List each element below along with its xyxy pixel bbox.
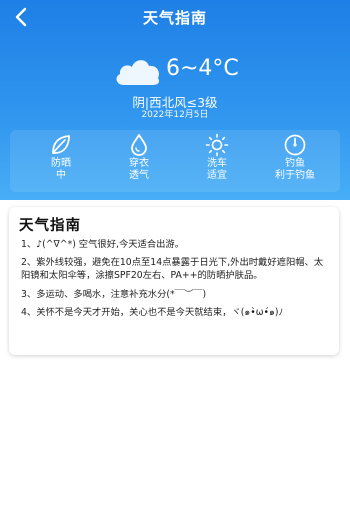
- leaf-icon: [52, 135, 70, 154]
- sun-icon: [205, 133, 229, 157]
- temperature-range: 6~4°C: [166, 56, 239, 81]
- guide-item: 4、关怀不是今天才开始，关心也不是今天就结束，ヾ(๑•̀ω•́๑)ﾉ: [21, 306, 284, 318]
- index-item-dressing[interactable]: 穿衣 透气: [103, 133, 175, 182]
- index-value: 透气: [129, 170, 149, 181]
- top-bar: 天气指南: [0, 0, 350, 34]
- weather-date: 2022年12月5日: [141, 110, 209, 120]
- temperature-row: 6~4°C: [0, 53, 350, 93]
- cloud-icon: [116, 60, 160, 85]
- guide-item: 3、多运动、多喝水，注意补充水分(*￣︶￣): [21, 288, 207, 300]
- guide-item: 2、紫外线较强，避免在10点至14点暴露于日光下,外出时戴好遮阳帽、太阳镜和太阳…: [21, 257, 324, 282]
- weather-guide-card: 天气指南 1、♪(^∇^*) 空气很好,今天适合出游。 2、紫外线较强，避免在1…: [9, 207, 339, 355]
- index-label: 穿衣: [129, 158, 149, 169]
- life-index-panel: 防晒 中 穿衣 透气 洗车 适宜 钓鱼 利于钓鱼: [10, 130, 340, 192]
- guide-list: 1、♪(^∇^*) 空气很好,今天适合出游。 2、紫外线较强，避免在10点至14…: [21, 238, 331, 324]
- index-label: 钓鱼: [285, 158, 305, 169]
- index-label: 洗车: [207, 158, 227, 169]
- weather-header: 天气指南 6~4°C 阴|西北风≤3级 2022年12月5日 防晒 中 穿衣 透…: [0, 0, 350, 200]
- index-value: 利于钓鱼: [275, 170, 315, 181]
- index-value: 适宜: [207, 170, 227, 181]
- water-drop-icon: [131, 134, 147, 156]
- index-item-car-wash[interactable]: 洗车 适宜: [181, 133, 253, 182]
- weather-guide-screen: 天气指南 6~4°C 阴|西北风≤3级 2022年12月5日 防晒 中 穿衣 透…: [0, 0, 350, 530]
- gauge-icon: [284, 134, 306, 156]
- guide-item: 1、♪(^∇^*) 空气很好,今天适合出游。: [21, 239, 185, 250]
- index-value: 中: [56, 170, 66, 181]
- guide-title: 天气指南: [19, 218, 81, 234]
- index-item-sunscreen[interactable]: 防晒 中: [25, 133, 97, 182]
- index-label: 防晒: [51, 158, 71, 169]
- page-title: 天气指南: [142, 9, 207, 27]
- index-item-fishing[interactable]: 钓鱼 利于钓鱼: [259, 133, 331, 182]
